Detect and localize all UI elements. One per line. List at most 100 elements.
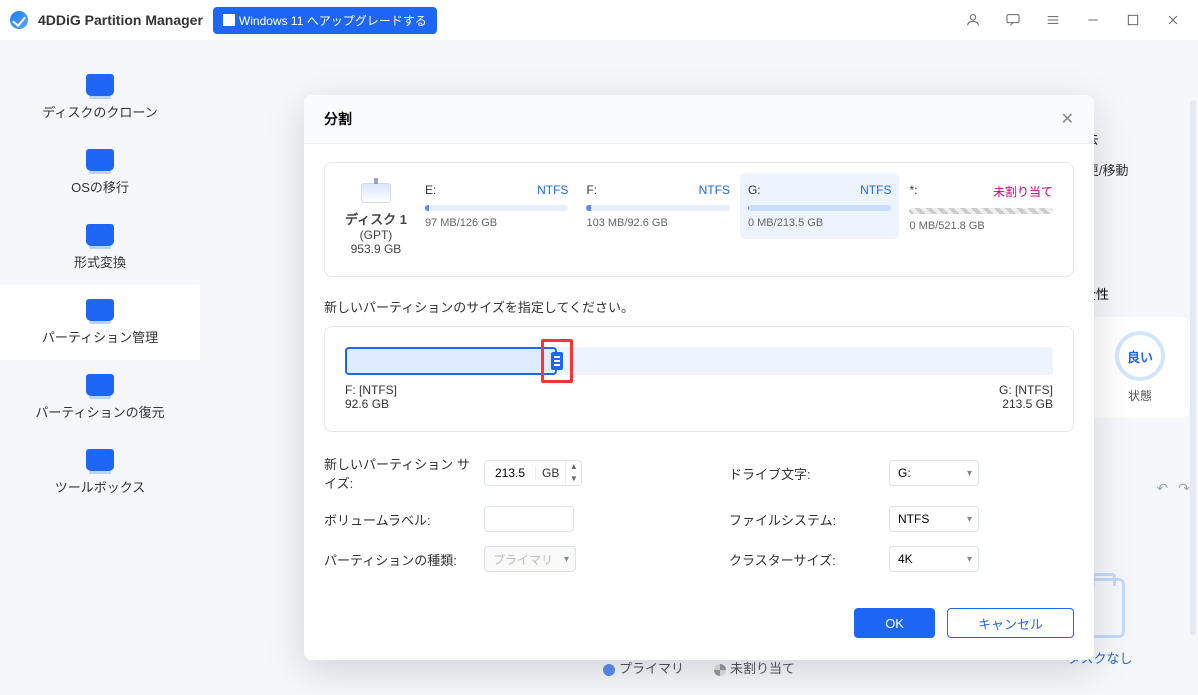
modal-header: 分割 ✕ bbox=[304, 95, 1094, 144]
partition-icon bbox=[86, 299, 114, 321]
sidebar-item-clone[interactable]: ディスクのクローン bbox=[0, 60, 200, 135]
disk-name: ディスク 1 bbox=[345, 209, 407, 228]
disk-icon bbox=[361, 183, 391, 203]
sidebar-item-partition-recover[interactable]: パーティションの復元 bbox=[0, 360, 200, 435]
cancel-button[interactable]: キャンセル bbox=[947, 608, 1074, 638]
new-size-field[interactable] bbox=[485, 461, 535, 485]
part-usage-bar bbox=[909, 208, 1053, 214]
part-usage-bar bbox=[748, 205, 892, 211]
sidebar-item-toolbox[interactable]: ツールボックス bbox=[0, 435, 200, 510]
disk-capacity: 953.9 GB bbox=[345, 242, 407, 256]
feedback-icon[interactable] bbox=[998, 5, 1028, 35]
volume-label-label: ボリュームラベル: bbox=[324, 510, 474, 529]
parameters-grid: 新しいパーティション サイズ: GB ▲▼ ドライブ文字: G: bbox=[324, 454, 1074, 572]
sidebar: ディスクのクローン OSの移行 形式変換 パーティション管理 パーティションの復… bbox=[0, 40, 200, 695]
modal-title: 分割 bbox=[324, 109, 352, 129]
close-icon[interactable]: ✕ bbox=[1061, 109, 1074, 129]
migrate-icon bbox=[86, 149, 114, 171]
titlebar: 4DDiG Partition Manager Windows 11 へアップグ… bbox=[0, 0, 1198, 40]
sidebar-item-convert[interactable]: 形式変換 bbox=[0, 210, 200, 285]
close-window-button[interactable] bbox=[1158, 5, 1188, 35]
filesystem-label: ファイルシステム: bbox=[729, 510, 879, 529]
disk-summary-card: ディスク 1 (GPT) 953.9 GB E: NTFS 97 MB/126 G… bbox=[324, 162, 1074, 277]
cluster-size-value: 4K bbox=[898, 552, 913, 566]
grip-icon bbox=[551, 352, 563, 370]
modal-footer: OK キャンセル bbox=[304, 590, 1094, 660]
modal-overlay: 分割 ✕ ディスク 1 (GPT) 953.9 GB E: NTFS bbox=[200, 40, 1198, 695]
cluster-size-select[interactable]: 4K bbox=[889, 546, 979, 572]
windows-icon bbox=[223, 14, 235, 26]
recover-icon bbox=[86, 374, 114, 396]
partition-type-select: プライマリ bbox=[484, 546, 576, 572]
app-logo bbox=[10, 11, 28, 29]
split-left-region bbox=[345, 347, 557, 375]
disk-scheme: (GPT) bbox=[345, 228, 407, 242]
new-size-input[interactable]: GB ▲▼ bbox=[484, 460, 582, 486]
toolbox-icon bbox=[86, 449, 114, 471]
sidebar-item-os-migrate[interactable]: OSの移行 bbox=[0, 135, 200, 210]
size-step-down[interactable]: ▼ bbox=[566, 473, 581, 485]
part-fs: NTFS bbox=[860, 183, 891, 197]
cluster-size-label: クラスターサイズ: bbox=[729, 550, 879, 569]
part-stat: 0 MB/521.8 GB bbox=[909, 220, 1053, 232]
clone-icon bbox=[86, 74, 114, 96]
disk-info: ディスク 1 (GPT) 953.9 GB bbox=[345, 183, 407, 256]
sidebar-item-label: OSの移行 bbox=[71, 177, 129, 196]
upgrade-windows-label: Windows 11 へアップグレードする bbox=[239, 12, 427, 29]
sidebar-item-label: パーティションの復元 bbox=[35, 402, 164, 421]
sidebar-item-label: 形式変換 bbox=[74, 252, 126, 271]
split-slider-box: F: [NTFS] 92.6 GB G: [NTFS] 213.5 GB bbox=[324, 326, 1074, 432]
filesystem-value: NTFS bbox=[898, 512, 929, 526]
part-letter: F: bbox=[586, 183, 597, 197]
part-stat: 97 MB/126 GB bbox=[425, 217, 569, 229]
drive-letter-select[interactable]: G: bbox=[889, 460, 979, 486]
sidebar-item-label: パーティション管理 bbox=[42, 327, 158, 346]
part-fs: NTFS bbox=[537, 183, 568, 197]
split-left-label: F: [NTFS] bbox=[345, 383, 397, 397]
split-modal: 分割 ✕ ディスク 1 (GPT) 953.9 GB E: NTFS bbox=[304, 95, 1094, 660]
part-letter: *: bbox=[909, 183, 917, 200]
drive-letter-value: G: bbox=[898, 466, 911, 480]
part-letter: E: bbox=[425, 183, 436, 197]
sidebar-item-partition-manage[interactable]: パーティション管理 bbox=[0, 285, 200, 360]
split-left-size: 92.6 GB bbox=[345, 397, 397, 411]
ok-label: OK bbox=[885, 616, 904, 631]
ok-button[interactable]: OK bbox=[854, 608, 935, 638]
part-fs: NTFS bbox=[699, 183, 730, 197]
drive-letter-label: ドライブ文字: bbox=[729, 464, 879, 483]
content-area: ◼OSの移行 ▶データ消去 ◼サイズ変更/移動 ◼拡張/縮小 ▶分割 ▶結合 ィ… bbox=[200, 40, 1198, 695]
sidebar-item-label: ディスクのクローン bbox=[42, 102, 157, 121]
minimize-button[interactable] bbox=[1078, 5, 1108, 35]
main-layout: ディスクのクローン OSの移行 形式変換 パーティション管理 パーティションの復… bbox=[0, 40, 1198, 695]
filesystem-select[interactable]: NTFS bbox=[889, 506, 979, 532]
split-track[interactable] bbox=[345, 347, 1053, 375]
split-handle[interactable] bbox=[541, 339, 573, 383]
partition-type-label: パーティションの種類: bbox=[324, 550, 474, 569]
part-usage-bar bbox=[586, 205, 730, 211]
part-stat: 0 MB/213.5 GB bbox=[748, 217, 892, 229]
part-usage-bar bbox=[425, 205, 569, 211]
partition-f[interactable]: F: NTFS 103 MB/92.6 GB bbox=[586, 183, 730, 229]
maximize-button[interactable] bbox=[1118, 5, 1148, 35]
new-size-label: 新しいパーティション サイズ: bbox=[324, 454, 474, 492]
upgrade-windows-button[interactable]: Windows 11 へアップグレードする bbox=[213, 7, 437, 34]
part-letter: G: bbox=[748, 183, 761, 197]
account-icon[interactable] bbox=[958, 5, 988, 35]
partition-g[interactable]: G: NTFS 0 MB/213.5 GB bbox=[740, 173, 900, 239]
partition-e[interactable]: E: NTFS 97 MB/126 GB bbox=[425, 183, 569, 229]
part-fs: 未割り当て bbox=[993, 183, 1053, 200]
convert-icon bbox=[86, 224, 114, 246]
size-step-up[interactable]: ▲ bbox=[566, 461, 581, 473]
part-stat: 103 MB/92.6 GB bbox=[586, 217, 730, 229]
partition-unallocated[interactable]: *: 未割り当て 0 MB/521.8 GB bbox=[909, 183, 1053, 232]
menu-icon[interactable] bbox=[1038, 5, 1068, 35]
cancel-label: キャンセル bbox=[978, 614, 1043, 633]
split-left-info: F: [NTFS] 92.6 GB bbox=[345, 383, 397, 411]
size-unit: GB bbox=[535, 466, 565, 480]
sidebar-item-label: ツールボックス bbox=[55, 477, 146, 496]
split-right-size: 213.5 GB bbox=[999, 397, 1053, 411]
volume-label-input[interactable] bbox=[484, 506, 574, 532]
partition-type-value: プライマリ bbox=[493, 551, 553, 568]
split-right-info: G: [NTFS] 213.5 GB bbox=[999, 383, 1053, 411]
split-right-label: G: [NTFS] bbox=[999, 383, 1053, 397]
